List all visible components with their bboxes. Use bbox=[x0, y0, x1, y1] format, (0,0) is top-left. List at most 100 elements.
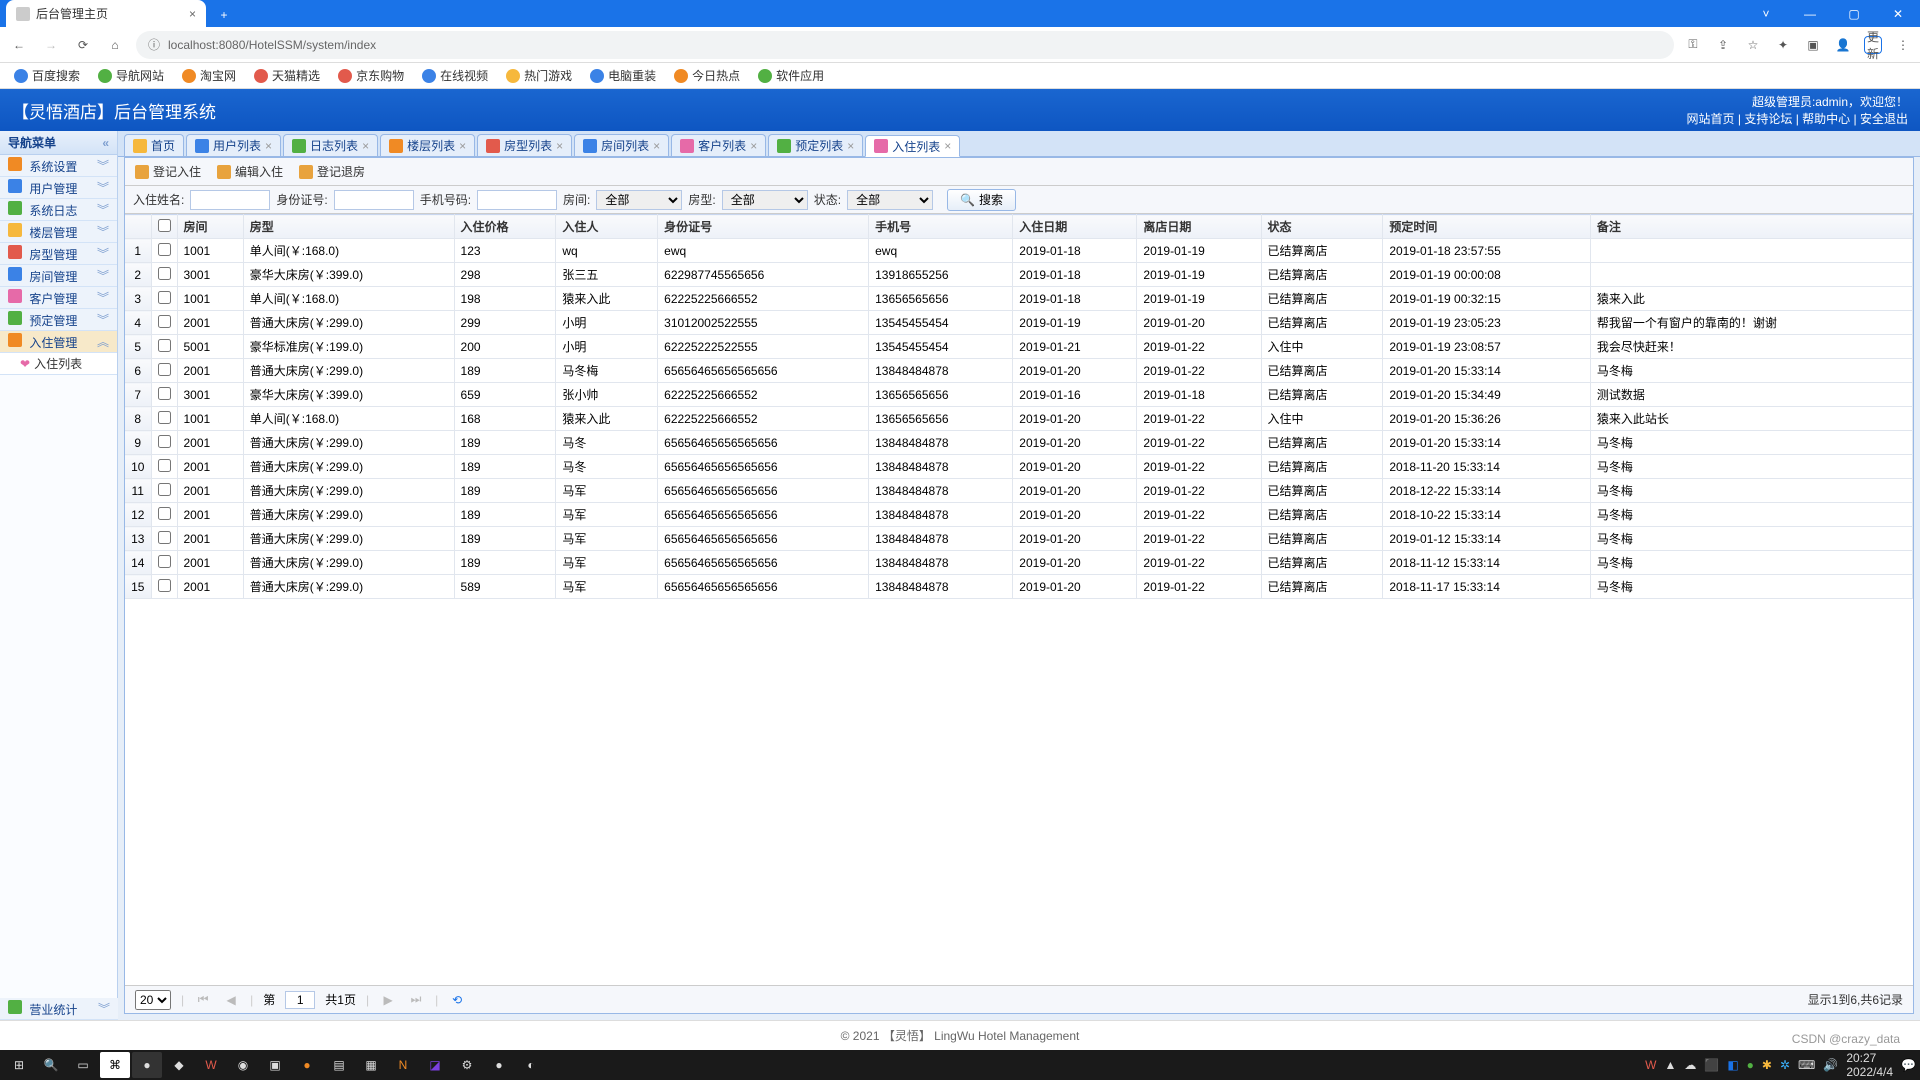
tab-用户列表[interactable]: 用户列表× bbox=[186, 134, 281, 156]
table-row[interactable]: 152001普通大床房(￥:299.0)589马军656564656565656… bbox=[125, 575, 1913, 599]
tab-日志列表[interactable]: 日志列表× bbox=[283, 134, 378, 156]
table-row[interactable]: 81001单人间(￥:168.0)168猿来入此6222522566655213… bbox=[125, 407, 1913, 431]
app-icon[interactable]: ⌘ bbox=[100, 1052, 130, 1078]
minimize-icon[interactable]: — bbox=[1788, 0, 1832, 27]
checkin-button[interactable]: 登记入住 bbox=[135, 163, 201, 180]
column-header[interactable]: 备注 bbox=[1590, 215, 1912, 239]
tray-icon[interactable]: ● bbox=[1747, 1058, 1754, 1072]
sidebar-item[interactable]: 客户管理︾ bbox=[0, 287, 117, 309]
table-row[interactable]: 92001普通大床房(￥:299.0)189马冬6565646565656565… bbox=[125, 431, 1913, 455]
tray-icon[interactable]: ⌨ bbox=[1798, 1058, 1815, 1072]
page-input[interactable] bbox=[285, 991, 315, 1009]
app-icon[interactable]: ◉ bbox=[228, 1052, 258, 1078]
table-row[interactable]: 73001豪华大床房(￥:399.0)659张小帅622252256665521… bbox=[125, 383, 1913, 407]
header-link[interactable]: 网站首页 bbox=[1687, 112, 1735, 126]
checkout-button[interactable]: 登记退房 bbox=[299, 163, 365, 180]
row-checkbox[interactable] bbox=[158, 387, 171, 400]
row-checkbox[interactable] bbox=[158, 507, 171, 520]
row-checkbox[interactable] bbox=[158, 291, 171, 304]
tray-icon[interactable]: ▲ bbox=[1664, 1058, 1676, 1072]
bookmark-item[interactable]: 软件应用 bbox=[758, 67, 824, 84]
col-check[interactable] bbox=[151, 215, 177, 239]
app-icon[interactable]: ◐ bbox=[516, 1052, 546, 1078]
tray-icon[interactable]: ✲ bbox=[1780, 1058, 1790, 1072]
menu-icon[interactable]: ⋮ bbox=[1894, 36, 1912, 54]
bookmark-item[interactable]: 百度搜索 bbox=[14, 67, 80, 84]
tab-房型列表[interactable]: 房型列表× bbox=[477, 134, 572, 156]
tray-icon[interactable]: ☁ bbox=[1684, 1058, 1696, 1072]
bookmark-item[interactable]: 京东购物 bbox=[338, 67, 404, 84]
header-link[interactable]: 支持论坛 bbox=[1744, 112, 1792, 126]
url-field[interactable]: ⓘ localhost:8080/HotelSSM/system/index bbox=[136, 31, 1674, 59]
key-icon[interactable]: ⚿ bbox=[1684, 36, 1702, 54]
tab-预定列表[interactable]: 预定列表× bbox=[768, 134, 863, 156]
column-header[interactable]: 手机号 bbox=[869, 215, 1013, 239]
sidebar-item-stats[interactable]: 营业统计 ︾ bbox=[0, 998, 118, 1020]
search-button[interactable]: 🔍 bbox=[36, 1052, 66, 1078]
row-checkbox[interactable] bbox=[158, 315, 171, 328]
type-select[interactable]: 全部 bbox=[722, 190, 808, 210]
table-row[interactable]: 132001普通大床房(￥:299.0)189马军656564656565656… bbox=[125, 527, 1913, 551]
tab-close-icon[interactable]: × bbox=[189, 7, 196, 21]
app-icon[interactable]: ● bbox=[292, 1052, 322, 1078]
header-link[interactable]: 帮助中心 bbox=[1802, 112, 1850, 126]
column-header[interactable]: 状态 bbox=[1261, 215, 1383, 239]
bookmark-item[interactable]: 今日热点 bbox=[674, 67, 740, 84]
reload-button[interactable]: ⟳ bbox=[72, 34, 94, 56]
system-tray[interactable]: W ▲ ☁ ⬛ ◧ ● ✱ ✲ ⌨ 🔊 20:272022/4/4 💬 bbox=[1645, 1051, 1916, 1079]
app-icon[interactable]: ◆ bbox=[164, 1052, 194, 1078]
extension-icon[interactable]: ✦ bbox=[1774, 36, 1792, 54]
name-input[interactable] bbox=[190, 190, 270, 210]
column-header[interactable]: 身份证号 bbox=[658, 215, 869, 239]
tab-入住列表[interactable]: 入住列表× bbox=[865, 135, 960, 157]
row-checkbox[interactable] bbox=[158, 459, 171, 472]
collapse-icon[interactable]: « bbox=[102, 136, 109, 150]
sidebar-item[interactable]: 用户管理︾ bbox=[0, 177, 117, 199]
first-page-button[interactable]: ⏮ bbox=[194, 992, 212, 1007]
tab-close-icon[interactable]: × bbox=[265, 139, 272, 153]
column-header[interactable]: 预定时间 bbox=[1383, 215, 1591, 239]
row-checkbox[interactable] bbox=[158, 267, 171, 280]
profile-icon[interactable]: 👤 bbox=[1834, 36, 1852, 54]
app-icon[interactable]: ▦ bbox=[356, 1052, 386, 1078]
id-input[interactable] bbox=[334, 190, 414, 210]
app-icon[interactable]: ▤ bbox=[324, 1052, 354, 1078]
forward-button[interactable]: → bbox=[40, 34, 62, 56]
dropdown-icon[interactable]: ˅ bbox=[1744, 0, 1788, 27]
app-icon[interactable]: N bbox=[388, 1052, 418, 1078]
tab-楼层列表[interactable]: 楼层列表× bbox=[380, 134, 475, 156]
row-checkbox[interactable] bbox=[158, 243, 171, 256]
bookmark-item[interactable]: 天猫精选 bbox=[254, 67, 320, 84]
edit-button[interactable]: 编辑入住 bbox=[217, 163, 283, 180]
phone-input[interactable] bbox=[477, 190, 557, 210]
taskview-button[interactable]: ▭ bbox=[68, 1052, 98, 1078]
bookmark-item[interactable]: 导航网站 bbox=[98, 67, 164, 84]
sidebar-item[interactable]: 系统设置︾ bbox=[0, 155, 117, 177]
column-header[interactable]: 房间 bbox=[177, 215, 243, 239]
column-header[interactable]: 入住价格 bbox=[454, 215, 556, 239]
tab-close-icon[interactable]: × bbox=[847, 139, 854, 153]
tray-icon[interactable]: ⬛ bbox=[1704, 1058, 1719, 1072]
bookmark-item[interactable]: 电脑重装 bbox=[590, 67, 656, 84]
sidebar-item[interactable]: 房间管理︾ bbox=[0, 265, 117, 287]
chrome-icon[interactable]: ● bbox=[132, 1052, 162, 1078]
row-checkbox[interactable] bbox=[158, 483, 171, 496]
maximize-icon[interactable]: ▢ bbox=[1832, 0, 1876, 27]
tray-icon[interactable]: ✱ bbox=[1762, 1058, 1772, 1072]
header-link[interactable]: 安全退出 bbox=[1860, 112, 1908, 126]
new-tab-button[interactable]: + bbox=[212, 3, 236, 27]
tab-close-icon[interactable]: × bbox=[556, 139, 563, 153]
tray-icon[interactable]: W bbox=[1645, 1058, 1656, 1072]
row-checkbox[interactable] bbox=[158, 555, 171, 568]
next-page-button[interactable]: ▶ bbox=[379, 993, 397, 1007]
app-icon[interactable]: ⚙ bbox=[452, 1052, 482, 1078]
notification-icon[interactable]: 💬 bbox=[1901, 1058, 1916, 1072]
table-row[interactable]: 42001普通大床房(￥:299.0)299小明3101200252255513… bbox=[125, 311, 1913, 335]
table-row[interactable]: 62001普通大床房(￥:299.0)189马冬梅656564656565656… bbox=[125, 359, 1913, 383]
bookmark-item[interactable]: 热门游戏 bbox=[506, 67, 572, 84]
update-button[interactable]: 更新 bbox=[1864, 36, 1882, 54]
share-icon[interactable]: ⇪ bbox=[1714, 36, 1732, 54]
sidebar-item[interactable]: 楼层管理︾ bbox=[0, 221, 117, 243]
sidebar-item[interactable]: 预定管理︾ bbox=[0, 309, 117, 331]
bookmark-item[interactable]: 淘宝网 bbox=[182, 67, 236, 84]
